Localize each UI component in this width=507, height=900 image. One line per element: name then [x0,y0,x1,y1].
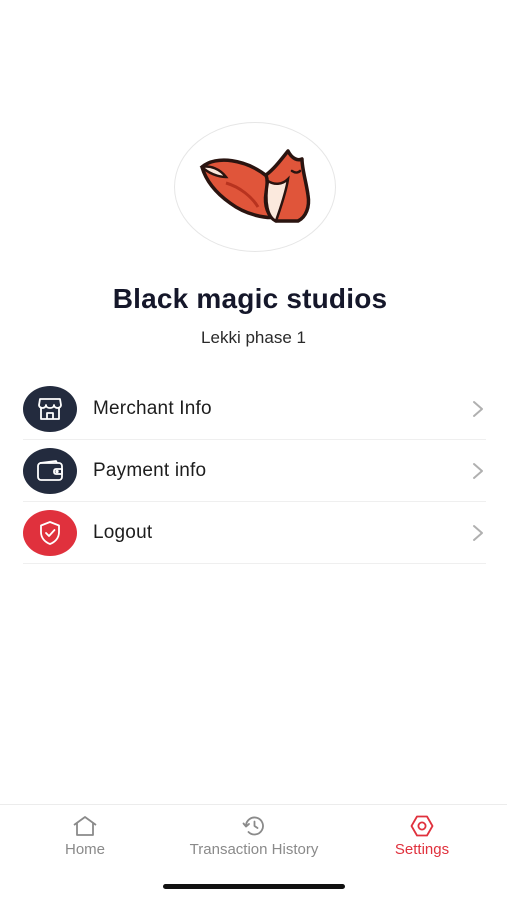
menu-item-label: Merchant Info [93,397,212,419]
tab-settings[interactable]: Settings [382,815,462,858]
settings-icon [410,815,434,837]
wallet-icon [23,447,77,494]
menu-item-label: Logout [93,521,153,543]
menu-item-label: Payment info [93,459,207,481]
business-location: Lekki phase 1 [201,328,306,347]
history-icon [242,816,264,836]
settings-menu: Merchant Info Payment info Logout [23,378,486,564]
tab-label: Transaction History [189,841,319,858]
menu-item-payment-info[interactable]: Payment info [23,440,486,502]
home-icon [73,816,97,836]
chevron-right-icon [473,400,483,417]
avatar [174,122,336,252]
tab-home[interactable]: Home [55,815,115,858]
tab-label: Home [64,841,105,858]
home-indicator [163,884,345,889]
store-icon [23,385,77,432]
shield-check-icon [23,509,77,556]
tab-label: Settings [394,841,450,858]
business-name: Black magic studios [112,283,388,314]
chevron-right-icon [473,462,483,479]
fox-logo-icon [199,149,311,223]
menu-item-logout[interactable]: Logout [23,502,486,564]
tab-transaction-history[interactable]: Transaction History [168,815,340,858]
menu-item-merchant-info[interactable]: Merchant Info [23,378,486,440]
chevron-right-icon [473,524,483,541]
